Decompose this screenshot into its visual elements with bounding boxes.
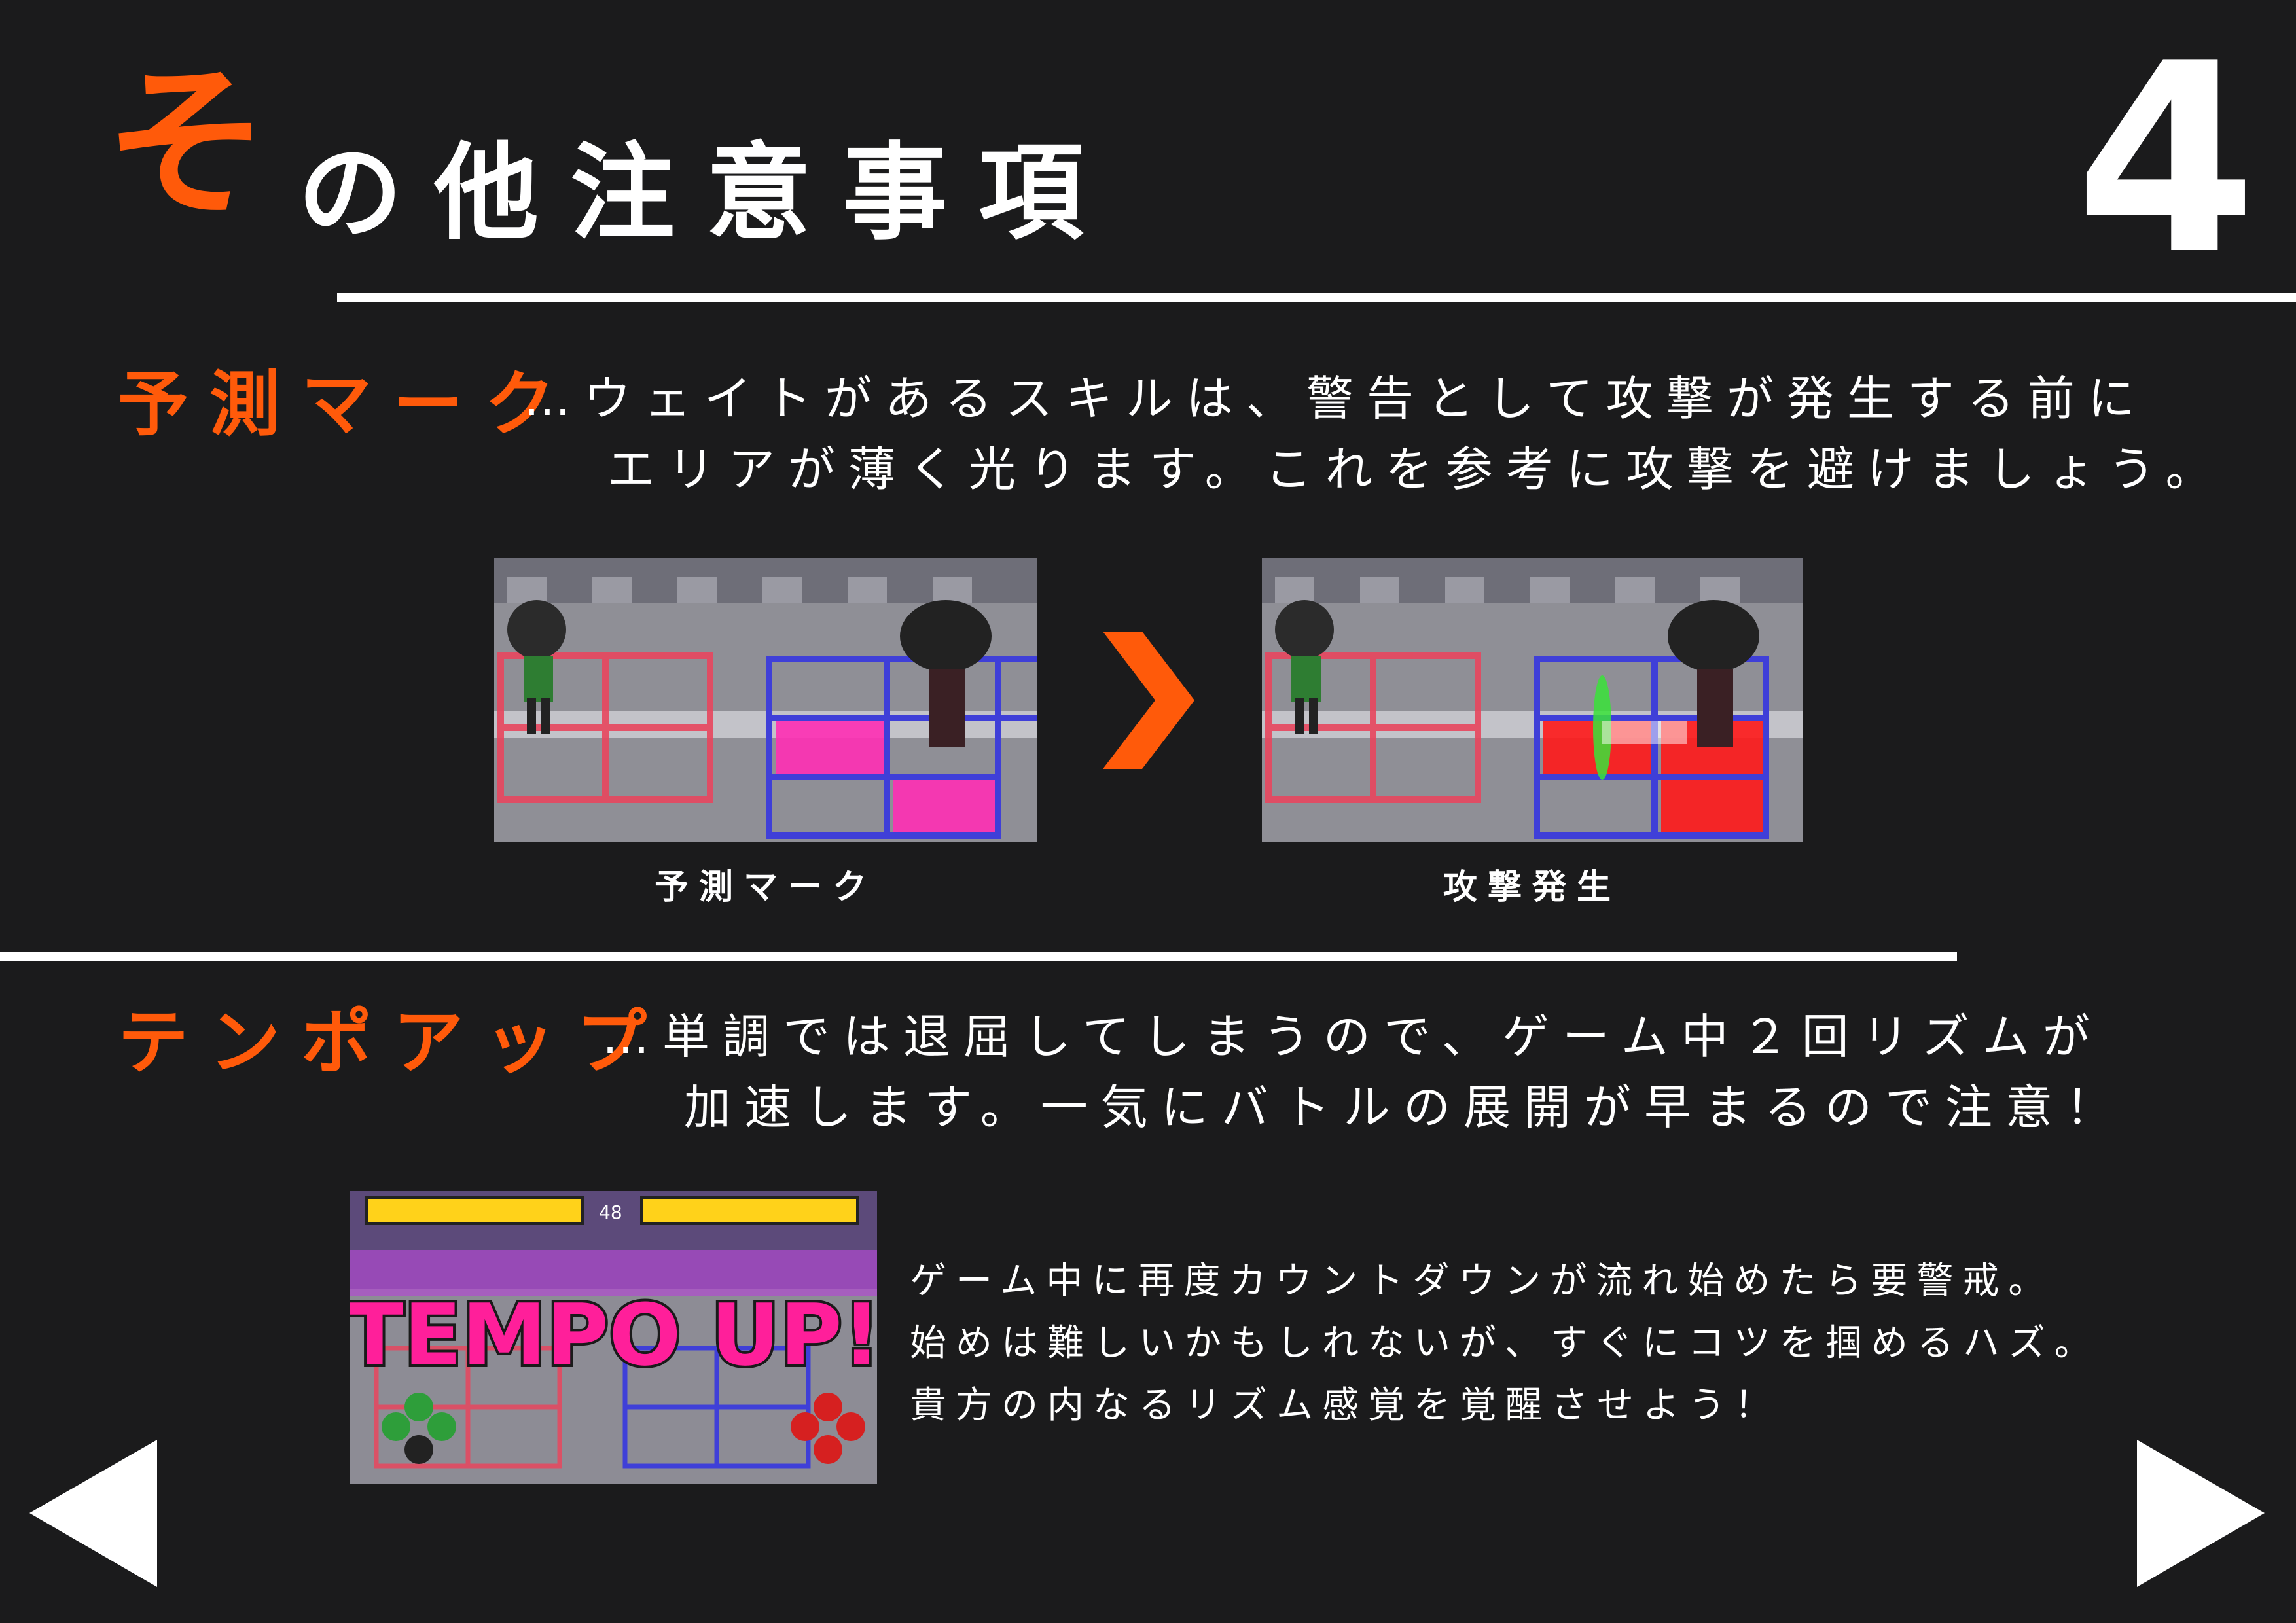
tempo-note-line1: ゲーム中に再度カウントダウンが流れ始めたら要警戒。 <box>910 1260 2054 1302</box>
prediction-section-title: 予測マーク <box>118 364 577 446</box>
tempo-note-line2: 始めは難しいかもしれないが、すぐにコツを掴めるハズ。 <box>910 1322 2100 1364</box>
prediction-desc-line2: エリアが薄く光ります。これを参考に攻撃を避けましょう。 <box>607 442 2226 497</box>
prev-page-button[interactable] <box>29 1440 157 1590</box>
page-number: 4 <box>2075 8 2257 312</box>
section-divider <box>0 952 1957 961</box>
attack-scene <box>1262 558 1803 842</box>
tempo-up-banner: TEMPO UP! <box>350 1285 877 1385</box>
triangle-left-icon <box>29 1440 157 1587</box>
tempo-note-line3: 貴方の内なるリズム感覚を覚醒させよう！ <box>910 1384 1780 1427</box>
attack-screenshot <box>1262 558 1803 842</box>
timer-text: 48 <box>599 1202 622 1223</box>
page-title: の他注意事項 <box>298 132 1115 254</box>
prediction-image-caption: 予測マーク <box>654 868 877 907</box>
header-divider <box>337 293 2296 302</box>
tempo-desc-line2: 加速します。一気にバトルの展開が早まるので注意！ <box>684 1080 2126 1135</box>
tempo-desc-line1: …単調では退屈してしまうので、ゲーム中２回リズムが <box>602 1009 2103 1064</box>
triangle-right-icon <box>2137 1440 2265 1587</box>
tempo-scene: 48 TEMPO UP! <box>350 1191 877 1484</box>
tempo-screenshot: 48 TEMPO UP! <box>350 1191 877 1484</box>
next-page-button[interactable] <box>2137 1440 2265 1590</box>
prediction-scene <box>494 558 1037 842</box>
chevron-right-icon <box>1103 632 1194 772</box>
attack-image-caption: 攻撃発生 <box>1443 868 1621 907</box>
tempo-section-title: テンポアップ <box>118 1002 668 1084</box>
prediction-desc-line1: …ウェイトがあるスキルは、警告として攻撃が発生する前に <box>524 371 2148 426</box>
title-first-char: そ <box>105 48 268 239</box>
prediction-screenshot <box>494 558 1037 842</box>
